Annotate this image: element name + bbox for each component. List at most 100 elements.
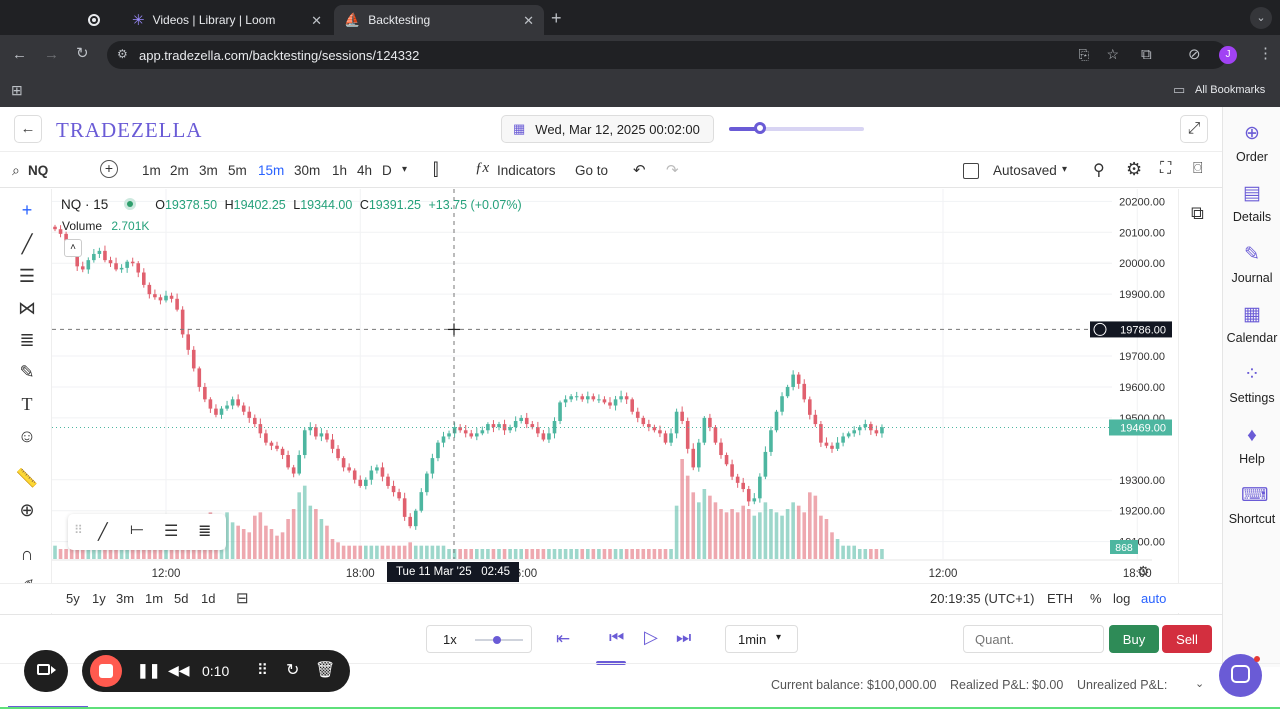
camera-toggle-button[interactable] [24, 650, 68, 692]
tab-loom[interactable]: ✳ Videos | Library | Loom ✕ [122, 5, 332, 35]
pause-icon[interactable]: ❚❚ [137, 662, 160, 679]
chart-svg[interactable]: 20200.00 20100.00 20000.00 19900.00 19700.00… [52, 189, 1178, 614]
fullscreen-icon[interactable]: ⛶ [1160, 160, 1171, 178]
date-picker[interactable]: ▦ Wed, Mar 12, 2025 00:02:00 [501, 115, 714, 143]
pitchfork-icon[interactable]: ≣ [198, 521, 211, 541]
back-icon[interactable]: ← [12, 47, 27, 62]
slider-thumb[interactable] [754, 122, 767, 134]
sidebar-item-calendar[interactable]: ▦ Calendar [1223, 304, 1280, 345]
range-5y[interactable]: 5y [66, 591, 80, 606]
profile-avatar[interactable]: J [1219, 46, 1237, 64]
bookmark-star-icon[interactable]: ☆ [1106, 46, 1119, 63]
quick-search-icon[interactable]: ⚲ [1093, 160, 1105, 180]
chevron-down-icon[interactable]: ▾ [1062, 164, 1067, 175]
tf-1m[interactable]: 1m [142, 163, 161, 178]
range-3m[interactable]: 3m [116, 591, 134, 606]
tf-2m[interactable]: 2m [170, 163, 189, 178]
tab-recording[interactable] [78, 5, 122, 35]
rewind-icon[interactable]: ◀◀ [168, 662, 190, 679]
trend-line-icon[interactable]: ╱ [98, 522, 108, 542]
gear-icon[interactable]: ⚙ [1126, 159, 1142, 180]
drag-handle-icon[interactable]: ⠿ [74, 523, 83, 537]
brush-icon[interactable]: ✎ [14, 359, 40, 385]
magnet-icon[interactable]: ∩ [14, 541, 40, 567]
tf-30m[interactable]: 30m [294, 163, 320, 178]
chevron-down-icon[interactable]: ▾ [402, 164, 407, 175]
tf-3m[interactable]: 3m [199, 163, 218, 178]
range-1y[interactable]: 1y [92, 591, 106, 606]
buy-button[interactable]: Buy [1109, 625, 1159, 653]
text-icon[interactable]: T [14, 391, 40, 417]
candle-type-icon[interactable]: ⫿ [433, 160, 438, 180]
install-icon[interactable]: ⎘ [1079, 47, 1089, 63]
all-bookmarks[interactable]: All Bookmarks [1195, 84, 1265, 96]
ruler-icon[interactable]: 📏 [14, 465, 40, 491]
log-toggle[interactable]: log [1113, 591, 1130, 606]
quantity-input[interactable] [963, 625, 1104, 653]
horizontal-ray-icon[interactable]: ⟝ [130, 521, 143, 539]
symbol-search[interactable]: NQ [28, 163, 48, 178]
stop-recording-button[interactable] [90, 655, 122, 687]
drag-grid-icon[interactable]: ⠿ [257, 661, 268, 679]
sidebar-item-shortcut[interactable]: ⌨ Shortcut [1223, 485, 1280, 526]
slider-thumb[interactable] [492, 636, 501, 644]
range-1m[interactable]: 1m [145, 591, 163, 606]
collapse-legend-button[interactable]: ˄ [64, 239, 82, 257]
reload-icon[interactable]: ↻ [76, 46, 89, 61]
range-5d[interactable]: 5d [174, 591, 188, 606]
interval-select[interactable]: 1min ▾ [725, 625, 798, 653]
play-icon[interactable]: ▷ [644, 627, 658, 648]
emoji-icon[interactable]: ☺ [14, 423, 40, 449]
session-toggle[interactable]: ETH [1047, 591, 1073, 606]
indicators-button[interactable]: Indicators [497, 163, 556, 178]
zoom-in-icon[interactable]: ⊕ [14, 497, 40, 523]
replay-progress-slider[interactable] [729, 122, 864, 134]
menu-icon[interactable]: ⋮ [1258, 46, 1273, 61]
step-forward-icon[interactable]: ⏭ [676, 628, 691, 648]
volume-label[interactable]: Volume [62, 219, 102, 233]
legend-symbol[interactable]: NQ · 15 [61, 197, 108, 212]
parallel-channel-icon[interactable]: ☰ [164, 521, 178, 541]
jump-to-start-icon[interactable]: ⇤ [556, 629, 570, 649]
trend-line-icon[interactable]: ╱ [14, 231, 40, 257]
chevron-down-icon[interactable]: ⌄ [1195, 677, 1204, 690]
url-field[interactable]: ⚙ app.tradezella.com/backtesting/session… [107, 41, 1227, 69]
speed-control[interactable]: 1x [426, 625, 532, 653]
undo-icon[interactable]: ↶ [633, 161, 646, 179]
speed-slider[interactable] [475, 636, 523, 644]
tf-5m[interactable]: 5m [228, 163, 247, 178]
back-button[interactable]: ← [14, 115, 42, 143]
tf-1h[interactable]: 1h [332, 163, 347, 178]
trash-icon[interactable]: 🗑 [315, 660, 335, 680]
tf-4h[interactable]: 4h [357, 163, 372, 178]
restart-icon[interactable]: ↻ [286, 660, 299, 680]
search-icon[interactable]: ⌕ [12, 162, 20, 179]
sidebar-item-settings[interactable]: ⁘ Settings [1223, 364, 1280, 405]
goto-button[interactable]: Go to [575, 163, 608, 178]
horizontal-lines-icon[interactable]: ☰ [14, 263, 40, 289]
tf-d[interactable]: D [382, 163, 392, 178]
layers-icon[interactable]: ⧉ [1191, 203, 1204, 224]
camera-icon[interactable]: ⌼ [1193, 160, 1203, 178]
fib-icon[interactable]: ≣ [14, 327, 40, 353]
extensions-icon[interactable]: ⧉ [1141, 47, 1152, 62]
step-back-icon[interactable]: ⏮ [609, 628, 624, 648]
clock-display[interactable]: 20:19:35 (UTC+1) [930, 591, 1034, 606]
add-symbol-icon[interactable]: + [100, 160, 118, 178]
site-info-icon[interactable]: ⚙ [117, 47, 128, 61]
sell-button[interactable]: Sell [1162, 625, 1212, 653]
sidebar-item-order[interactable]: ⊕ Order [1223, 123, 1280, 164]
percent-toggle[interactable]: % [1090, 591, 1102, 606]
expand-button[interactable]: ⤢ [1180, 115, 1208, 143]
close-icon[interactable]: ✕ [523, 13, 534, 29]
sidebar-item-help[interactable]: ♦ Help [1223, 425, 1280, 466]
range-1d[interactable]: 1d [201, 591, 215, 606]
tab-backtesting[interactable]: ⛵ Backtesting ✕ [334, 5, 544, 35]
tf-15m[interactable]: 15m [258, 163, 284, 178]
sidebar-item-details[interactable]: ▤ Details [1223, 183, 1280, 224]
chat-launcher-button[interactable] [1219, 654, 1262, 697]
price-chart[interactable]: 20200.00 20100.00 20000.00 19900.00 19700.00… [52, 189, 1178, 614]
apps-grid-icon[interactable]: ⊞ [11, 83, 23, 97]
auto-toggle[interactable]: auto [1141, 591, 1166, 606]
layout-checkbox[interactable] [963, 163, 979, 179]
